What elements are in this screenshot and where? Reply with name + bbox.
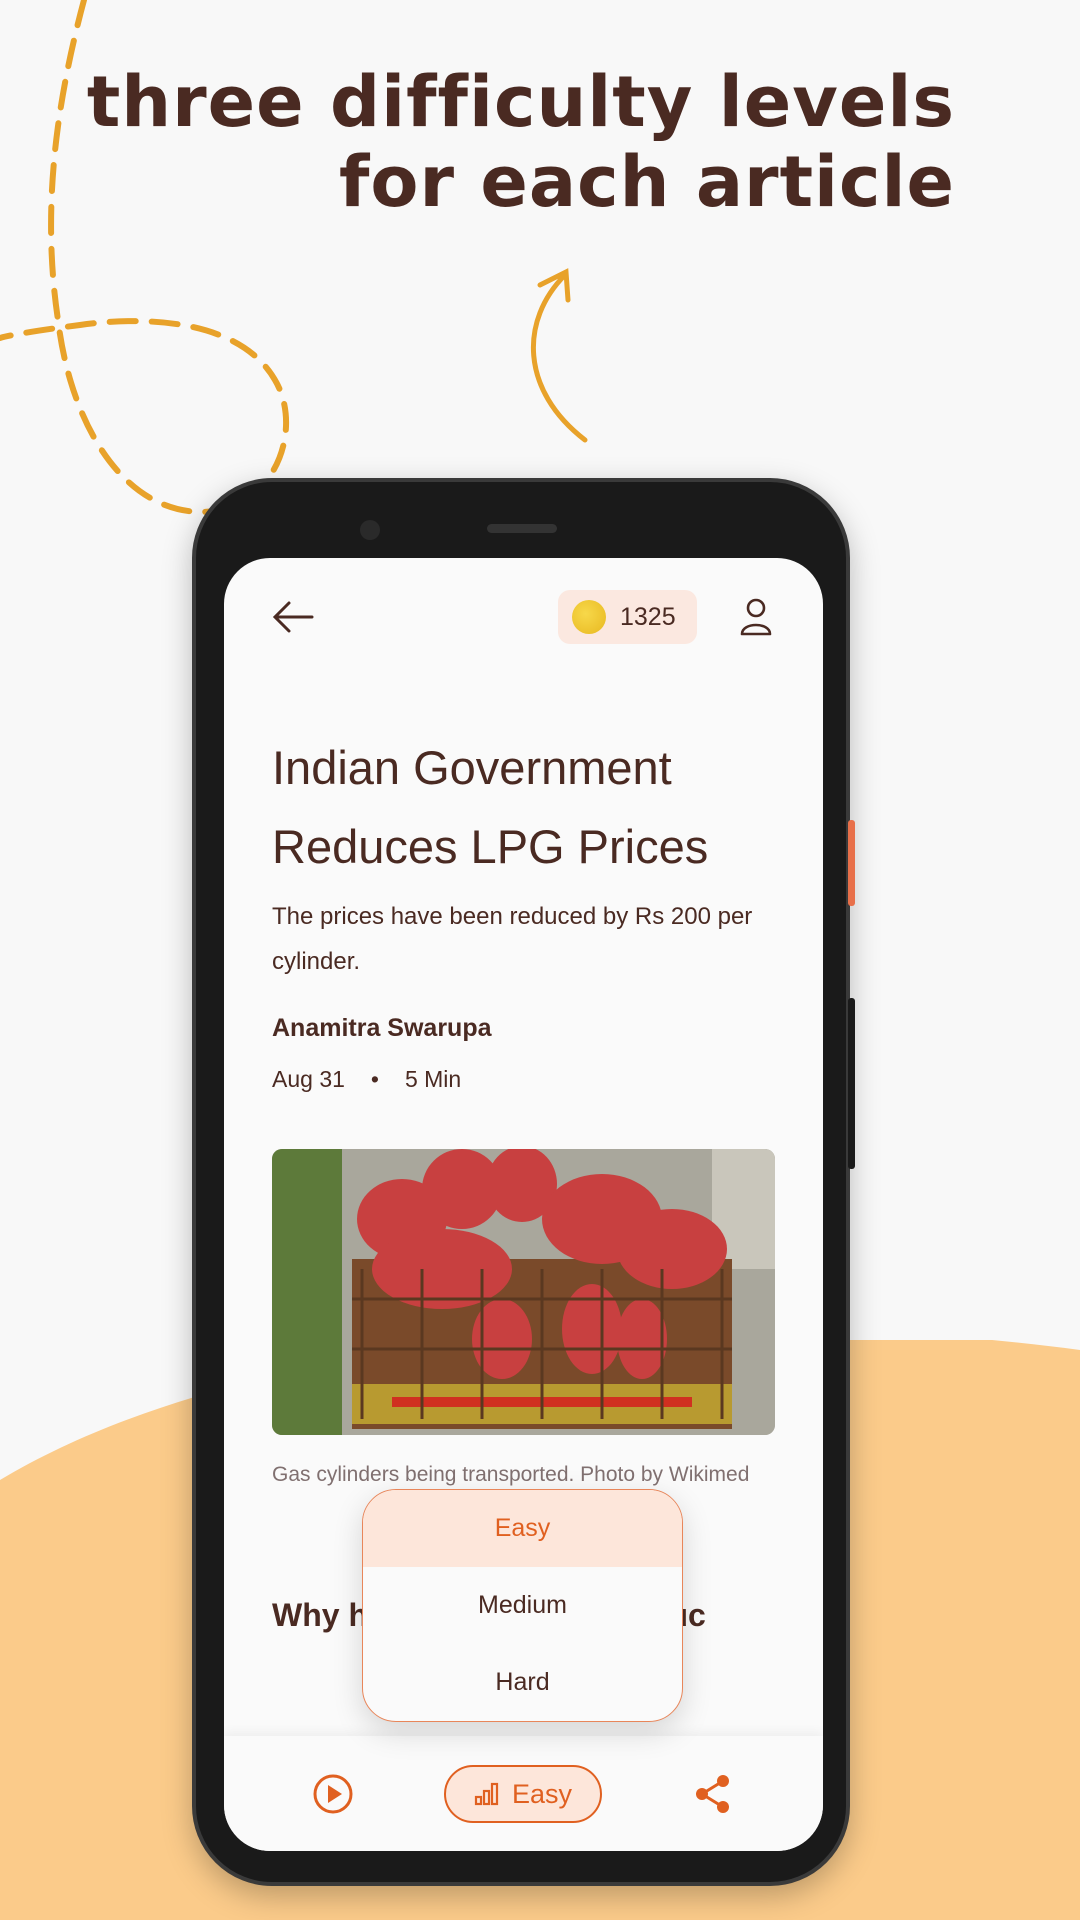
app-screen: 1325 Indian Government Reduces LPG Price… — [224, 558, 823, 1851]
difficulty-dropdown: Easy Medium Hard — [362, 1489, 683, 1722]
article-title: Indian Government Reduces LPG Prices — [272, 741, 709, 873]
arrow-up-icon — [530, 268, 588, 443]
bar-chart-icon — [474, 1782, 499, 1806]
article-subtitle: The prices have been reduced by Rs 200 p… — [272, 903, 753, 975]
meta-separator: • — [370, 1066, 379, 1092]
article-photo — [272, 1149, 775, 1435]
volume-button — [848, 998, 855, 1169]
user-icon[interactable] — [740, 598, 772, 636]
option-medium[interactable]: Medium — [363, 1567, 682, 1644]
article-author: Anamitra Swarupa — [272, 1014, 492, 1042]
play-circle-icon[interactable] — [312, 1773, 354, 1815]
earpiece — [487, 524, 557, 533]
promo-headline: three difficulty levels for each article — [87, 62, 955, 222]
coin-icon — [572, 600, 606, 634]
bottom-bar: Easy — [224, 1736, 823, 1851]
option-easy[interactable]: Easy — [363, 1490, 682, 1567]
coin-count: 1325 — [620, 602, 676, 631]
option-hard[interactable]: Hard — [363, 1644, 682, 1721]
arrow-left-icon[interactable] — [272, 600, 314, 634]
power-button — [848, 820, 855, 906]
difficulty-button[interactable]: Easy — [444, 1765, 602, 1823]
article-date: Aug 31 — [272, 1066, 345, 1092]
headline-line-2: for each article — [338, 141, 955, 223]
coin-balance[interactable]: 1325 — [558, 590, 697, 644]
read-time: 5 Min — [404, 1066, 462, 1092]
article-meta: Aug 31 • 5 Min — [272, 1066, 461, 1093]
front-camera — [360, 520, 380, 540]
share-icon[interactable] — [695, 1774, 731, 1814]
headline-line-1: three difficulty levels — [86, 61, 955, 143]
difficulty-label: Easy — [511, 1778, 573, 1809]
